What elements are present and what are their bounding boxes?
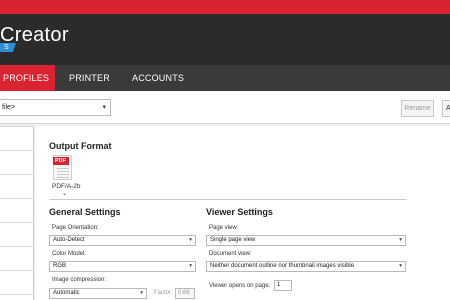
page-view-select[interactable]: Single page view ▾ (206, 235, 406, 246)
document-view-label: Document view: (209, 251, 252, 257)
page-view-label: Page view: (209, 225, 239, 231)
page-orientation-select[interactable]: Auto-Detect ▾ (49, 235, 196, 246)
pdf-file-icon[interactable]: PDF (53, 155, 72, 180)
page-orientation-label: Page Orientation: (52, 225, 99, 231)
profile-select-value: file> (2, 104, 16, 111)
chevron-down-icon: ▾ (102, 104, 106, 111)
main-navigation: PROFILES PRINTER ACCOUNTS (0, 65, 450, 91)
image-compression-label: Image compression: (52, 277, 107, 283)
chevron-down-icon: ▾ (189, 237, 192, 243)
section-divider (49, 199, 407, 200)
page-view-value: Single page view (210, 237, 256, 243)
list-item[interactable] (0, 270, 34, 271)
image-compression-select[interactable]: Automatic ▾ (49, 288, 147, 299)
chevron-down-icon: ▾ (399, 263, 402, 269)
pdf-icon-tag: PDF (53, 157, 69, 165)
viewer-opens-on-page-input[interactable]: 1 (274, 280, 292, 291)
factor-label: Factor: (154, 290, 173, 296)
page-orientation-value: Auto-Detect (53, 237, 85, 243)
factor-input[interactable]: 0.66 (175, 288, 195, 299)
chevron-down-icon[interactable]: ⌄ (62, 190, 67, 197)
output-format-heading: Output Format (49, 141, 112, 151)
color-model-select[interactable]: RGB ▾ (49, 261, 196, 272)
document-view-value: Neither document outline nor thumbnail i… (210, 263, 355, 269)
profile-toolbar: file> ▾ (0, 91, 450, 124)
chevron-down-icon: ▾ (399, 237, 402, 243)
color-model-value: RGB (53, 263, 67, 269)
title-bar: Creator (0, 14, 450, 65)
list-item[interactable] (0, 246, 34, 247)
list-item[interactable] (0, 126, 34, 127)
add-profile-button[interactable]: A (442, 100, 450, 117)
list-item[interactable] (0, 198, 34, 199)
tab-printer[interactable]: PRINTER (69, 65, 110, 91)
list-item[interactable] (0, 294, 34, 295)
chevron-down-icon: ▾ (140, 290, 143, 296)
rename-button[interactable]: Rename (401, 100, 434, 117)
viewer-opens-on-page-label: Viewer opens on page: (209, 283, 271, 289)
viewer-settings-heading: Viewer Settings (206, 207, 273, 217)
list-item[interactable] (0, 174, 34, 175)
image-compression-value: Automatic (53, 290, 80, 296)
list-item[interactable] (0, 222, 34, 223)
window-top-accent (0, 0, 450, 14)
chevron-down-icon: ▾ (189, 263, 192, 269)
list-item[interactable] (0, 150, 34, 151)
output-format-label: PDF/A-2b (52, 183, 81, 190)
tab-profiles[interactable]: PROFILES (0, 65, 56, 91)
color-model-label: Color Model: (52, 251, 87, 257)
tab-accounts[interactable]: ACCOUNTS (132, 65, 184, 91)
document-view-select[interactable]: Neither document outline nor thumbnail i… (206, 261, 406, 272)
profile-list (0, 126, 34, 300)
profile-select[interactable]: file> ▾ (0, 99, 111, 116)
general-settings-heading: General Settings (49, 207, 121, 217)
